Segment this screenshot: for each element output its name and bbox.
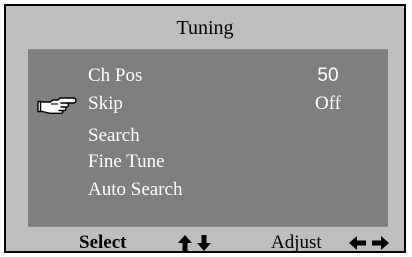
menu-item-label: Skip [88,93,123,114]
menu-item-label: Auto Search [88,179,183,200]
menu-item-fine-tune[interactable]: Fine Tune [28,150,388,174]
menu-item-value: Off [314,93,342,114]
menu-item-label: Fine Tune [88,151,165,172]
menu-item-label: Search [88,125,140,146]
menu-panel: Ch Pos 50 Skip Off Search Fine Tune Auto… [28,49,388,227]
menu-item-value: 50 [317,65,339,86]
menu-item-skip[interactable]: Skip Off [28,92,388,116]
menu-item-ch-pos[interactable]: Ch Pos 50 [28,64,388,88]
menu-title: Tuning [176,17,234,39]
pointing-hand-icon [37,97,77,114]
up-down-arrows-icon [178,235,211,251]
menu-item-auto-search[interactable]: Auto Search [28,178,388,202]
left-right-arrows-icon [349,236,389,250]
adjust-hint-label: Adjust [271,232,322,253]
tuning-osd-window: Tuning Ch Pos 50 Skip Off Search Fine Tu… [4,4,406,253]
menu-item-search[interactable]: Search [28,124,388,148]
select-hint-label: Select [79,232,127,253]
menu-item-label: Ch Pos [88,65,143,86]
